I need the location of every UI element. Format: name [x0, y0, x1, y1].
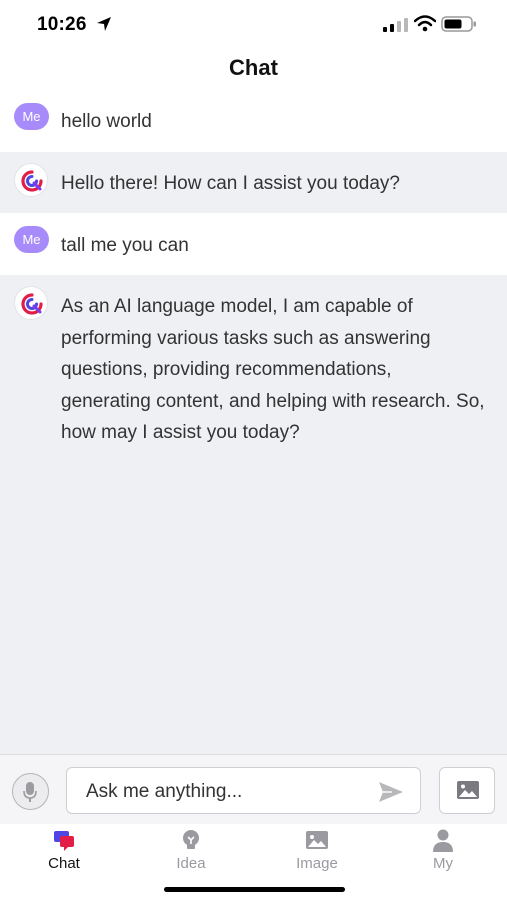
microphone-icon: [23, 782, 37, 802]
location-arrow-icon: [97, 17, 111, 31]
attach-image-button[interactable]: [439, 767, 495, 814]
message-text: tall me you can: [61, 235, 189, 256]
picture-icon: [306, 831, 328, 849]
message-text: Hello there! How can I assist you today?: [61, 173, 401, 194]
message-bot: Hello there! How can I assist you today?: [0, 152, 507, 213]
bot-avatar: [14, 286, 48, 320]
tab-chat-label: Chat: [48, 855, 80, 872]
tab-image-label: Image: [296, 855, 338, 872]
page-title: Chat: [229, 55, 278, 80]
message-text: As an AI language model, I am capable of…: [61, 296, 485, 443]
user-avatar: Me: [14, 226, 49, 253]
message-user: Me tall me you can: [0, 213, 507, 275]
send-icon[interactable]: [378, 781, 404, 803]
tab-idea-label: Idea: [176, 855, 206, 872]
battery-icon: [441, 16, 476, 32]
message-user: Me hello world: [0, 90, 507, 152]
message-input-placeholder: Ask me anything...: [86, 781, 243, 802]
lightbulb-icon: [183, 830, 199, 849]
home-indicator: [164, 887, 345, 892]
message-text: hello world: [61, 111, 152, 132]
tab-idea[interactable]: Idea: [146, 828, 236, 872]
voice-input-button[interactable]: [12, 773, 49, 810]
tab-my-label: My: [433, 855, 453, 872]
bot-avatar: [14, 163, 48, 197]
message-bot: As an AI language model, I am capable of…: [0, 275, 507, 754]
composer-bar: Ask me anything...: [0, 754, 507, 824]
person-icon: [433, 829, 453, 852]
image-icon: [457, 781, 479, 799]
user-avatar: Me: [14, 103, 49, 130]
status-bar: 10:26: [0, 0, 507, 48]
chat-bubbles-icon: [54, 831, 74, 851]
status-time: 10:26: [37, 14, 87, 35]
chat-message-list[interactable]: Me hello world Hello there! How can I as…: [0, 90, 507, 754]
cellular-signal-icon: [383, 18, 408, 32]
bot-logo-icon: [21, 293, 43, 315]
tab-image[interactable]: Image: [272, 828, 362, 872]
message-input[interactable]: Ask me anything...: [66, 767, 421, 814]
tab-my[interactable]: My: [398, 828, 488, 872]
tab-chat[interactable]: Chat: [19, 828, 109, 872]
wifi-icon: [414, 15, 436, 32]
bot-logo-icon: [21, 170, 43, 192]
